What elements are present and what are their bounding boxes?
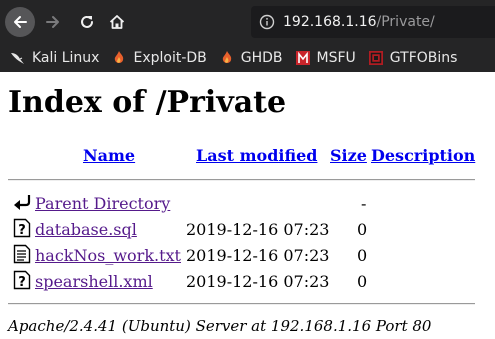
bookmark-label: GTFOBins: [389, 50, 458, 66]
column-header-last-modified[interactable]: Last modified: [196, 146, 317, 165]
column-header-name[interactable]: Name: [83, 146, 135, 165]
file-modified: 2019-12-16 07:23: [186, 220, 330, 239]
bookmark-label: Exploit-DB: [133, 50, 207, 66]
svg-text:?: ?: [18, 223, 26, 238]
forward-arrow-icon: [46, 16, 59, 28]
file-link[interactable]: hackNos_work.txt: [35, 246, 181, 265]
exploit-db-icon: [111, 50, 127, 66]
forward-button[interactable]: [38, 7, 68, 37]
reload-icon: [81, 15, 93, 28]
bookmark-label: MSFU: [316, 50, 356, 66]
bookmark-kali-linux[interactable]: Kali Linux: [10, 50, 99, 66]
header-divider: [8, 179, 475, 181]
server-signature: Apache/2.4.41 (Ubuntu) Server at 192.168…: [8, 317, 432, 335]
file-link[interactable]: spearshell.xml: [35, 272, 153, 291]
bookmark-exploit-db[interactable]: Exploit-DB: [111, 50, 207, 66]
file-size: -: [361, 194, 367, 213]
file-link[interactable]: database.sql: [35, 220, 137, 239]
parent-directory-link[interactable]: Parent Directory: [35, 194, 170, 213]
back-arrow-icon: [14, 16, 27, 28]
file-size: 0: [357, 272, 368, 291]
bookmark-label: Kali Linux: [32, 50, 100, 66]
bookmark-msfu[interactable]: MSFU: [295, 50, 356, 66]
unknown-file-icon: ?: [13, 270, 31, 290]
bookmark-label: GHDB: [240, 50, 283, 66]
url-path: /Private/: [376, 14, 435, 30]
msfu-icon: [295, 50, 311, 66]
unknown-file-icon: ?: [13, 218, 31, 238]
file-modified: 2019-12-16 07:23: [186, 272, 330, 291]
home-icon: [109, 15, 125, 29]
gtfobins-icon: [368, 50, 384, 66]
kali-dragon-icon: [10, 50, 26, 66]
svg-text:?: ?: [18, 275, 26, 290]
text-file-icon: [13, 244, 31, 264]
bookmark-gtfobins[interactable]: GTFOBins: [368, 50, 458, 66]
footer-divider: [8, 303, 475, 305]
browser-toolbar: 192.168.1.16/Private/: [0, 0, 495, 44]
ghdb-icon: [219, 50, 235, 66]
column-header-size[interactable]: Size: [330, 146, 367, 165]
url-bar[interactable]: 192.168.1.16/Private/: [251, 6, 495, 38]
url-host: 192.168.1.16: [283, 14, 377, 30]
page-title: Index of /Private: [8, 85, 287, 120]
reload-button[interactable]: [72, 7, 102, 37]
back-arrow-icon: [14, 195, 31, 210]
back-button[interactable]: [5, 7, 35, 37]
file-size: 0: [357, 246, 368, 265]
column-header-description[interactable]: Description: [371, 146, 475, 165]
file-modified: 2019-12-16 07:23: [186, 246, 330, 265]
site-info-icon[interactable]: [259, 14, 275, 30]
browser-chrome: 192.168.1.16/Private/ Kali Linux Exploit…: [0, 0, 495, 72]
file-size: 0: [357, 220, 368, 239]
url-text: 192.168.1.16/Private/: [283, 14, 435, 30]
home-button[interactable]: [102, 7, 132, 37]
bookmarks-bar: Kali Linux Exploit-DB GHDB MSFU GTFOBins: [0, 44, 495, 72]
bookmark-ghdb[interactable]: GHDB: [219, 50, 283, 66]
